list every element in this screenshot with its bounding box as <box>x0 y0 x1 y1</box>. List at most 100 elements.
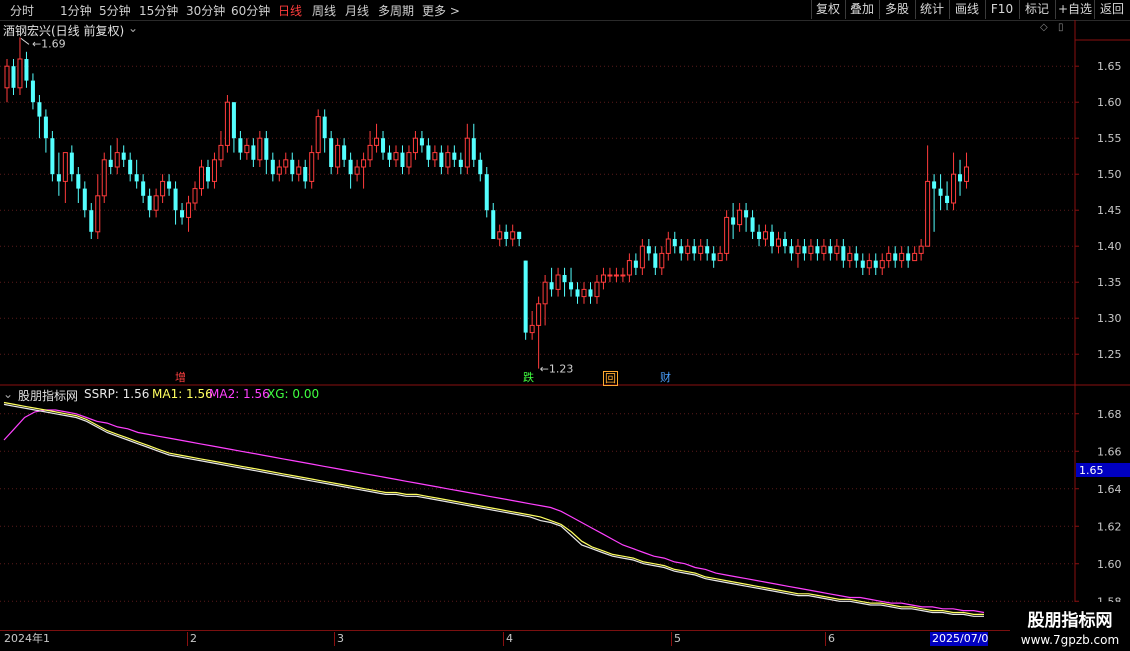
candle-body <box>750 217 755 232</box>
restore-icon[interactable]: ▯ <box>1058 22 1064 33</box>
f10-button[interactable]: F10 <box>985 0 1018 19</box>
candle-body <box>4 65 10 89</box>
tab-more[interactable]: 更多 > <box>422 2 460 19</box>
candle-body <box>400 152 405 167</box>
indicator-tick-label: 1.60 <box>1097 558 1122 571</box>
candle-body <box>626 260 632 276</box>
candle-body <box>82 188 87 211</box>
candle-body <box>173 188 178 211</box>
candle-body <box>613 274 619 277</box>
candle-body <box>251 145 256 160</box>
indicator-tick-label: 1.64 <box>1097 483 1122 496</box>
candle-body <box>912 252 918 262</box>
tab-daily[interactable]: 日线 <box>278 2 302 19</box>
price-tick-label: 1.60 <box>1097 96 1122 109</box>
candle-body <box>536 303 542 326</box>
high-price-label: ←1.69 <box>32 37 66 50</box>
tab-60min[interactable]: 60分钟 <box>231 2 270 19</box>
chevron-down-icon[interactable]: ⌄ <box>128 21 138 35</box>
candle-body <box>724 216 730 254</box>
tab-monthly[interactable]: 月线 <box>345 2 369 19</box>
candle-body <box>491 210 496 239</box>
candle-body <box>951 173 957 204</box>
candle-body <box>717 252 723 262</box>
candle-body <box>581 288 587 298</box>
candle-body <box>471 138 476 160</box>
candle-body <box>964 166 970 182</box>
indicator-tick-label: 1.66 <box>1097 445 1122 458</box>
candle-body <box>69 152 74 175</box>
candle-body <box>517 231 522 239</box>
candle-body <box>290 159 295 175</box>
candle-body <box>56 174 61 182</box>
candle-body <box>529 324 535 334</box>
candle-body <box>672 239 677 247</box>
candle-body <box>575 289 580 297</box>
candle-body <box>218 144 224 161</box>
candle-body <box>406 152 412 168</box>
tab-multi-period[interactable]: 多周期 <box>378 2 414 19</box>
candle-body <box>932 181 937 189</box>
mark-button[interactable]: 标记 <box>1019 0 1054 19</box>
price-tick-label: 1.25 <box>1097 348 1122 361</box>
back-button[interactable]: 返回 <box>1094 0 1129 19</box>
candle-body <box>458 159 463 167</box>
candle-body <box>108 159 113 167</box>
tab-weekly[interactable]: 周线 <box>312 2 336 19</box>
candle-body <box>847 252 853 262</box>
candle-body <box>607 274 613 277</box>
diamond-icon[interactable]: ◇ <box>1040 22 1048 33</box>
candle-body <box>854 253 859 261</box>
multi-stock-button[interactable]: 多股 <box>879 0 914 19</box>
candle-body <box>17 58 23 89</box>
candle-body <box>315 116 321 154</box>
price-tick-label: 1.65 <box>1097 60 1122 73</box>
current-value-label: 1.65 <box>1079 464 1104 477</box>
marker-callback: 回 <box>603 371 618 386</box>
candle-body <box>938 188 943 196</box>
candle-body <box>685 245 691 254</box>
date-label: 6 <box>825 632 835 646</box>
candle-body <box>50 138 55 175</box>
candle-body <box>257 137 263 161</box>
overlay-button[interactable]: 叠加 <box>845 0 878 19</box>
candle-body <box>419 138 424 146</box>
candle-body <box>808 245 814 254</box>
candle-body <box>381 138 386 153</box>
statistics-button[interactable]: 统计 <box>915 0 948 19</box>
marker-increase: 增 <box>175 371 186 384</box>
watermark-url: www.7gpzb.com <box>1020 633 1120 647</box>
draw-line-button[interactable]: 画线 <box>949 0 984 19</box>
candle-body <box>886 252 892 262</box>
candle-body <box>893 253 898 261</box>
indicator-name: 股朋指标网 <box>18 389 79 403</box>
candle-body <box>89 210 94 232</box>
restore-rights-button[interactable]: 复权 <box>811 0 844 19</box>
candle-body <box>426 145 431 160</box>
candle-body <box>899 252 905 262</box>
tab-timeshare[interactable]: 分时 <box>10 2 34 19</box>
candle-body <box>770 231 775 247</box>
candle-body <box>101 159 107 197</box>
candle-body <box>659 252 665 269</box>
candle-body <box>600 274 606 283</box>
candle-body <box>802 246 807 254</box>
tab-30min[interactable]: 30分钟 <box>186 2 225 19</box>
candle-body <box>62 152 68 182</box>
indicator-chevron-icon[interactable]: ⌄ <box>3 387 13 401</box>
candle-body <box>620 274 626 277</box>
tab-1min[interactable]: 1分钟 <box>60 2 92 19</box>
candle-body <box>205 167 210 182</box>
candle-body <box>198 166 205 190</box>
candle-body <box>757 231 762 239</box>
candle-body <box>828 246 833 254</box>
candle-body <box>744 210 749 218</box>
candle-body <box>698 245 704 254</box>
candle-body <box>821 245 827 254</box>
chart-canvas[interactable]: 1.65 1.60 1.55 1.50 1.45 1.40 1.35 1.30 1.25 ←1.6… <box>0 20 1130 630</box>
tab-5min[interactable]: 5分钟 <box>99 2 131 19</box>
candle-body <box>43 116 48 139</box>
add-watchlist-button[interactable]: +自选 <box>1055 0 1094 19</box>
candle-body <box>432 152 438 161</box>
tab-15min[interactable]: 15分钟 <box>139 2 178 19</box>
